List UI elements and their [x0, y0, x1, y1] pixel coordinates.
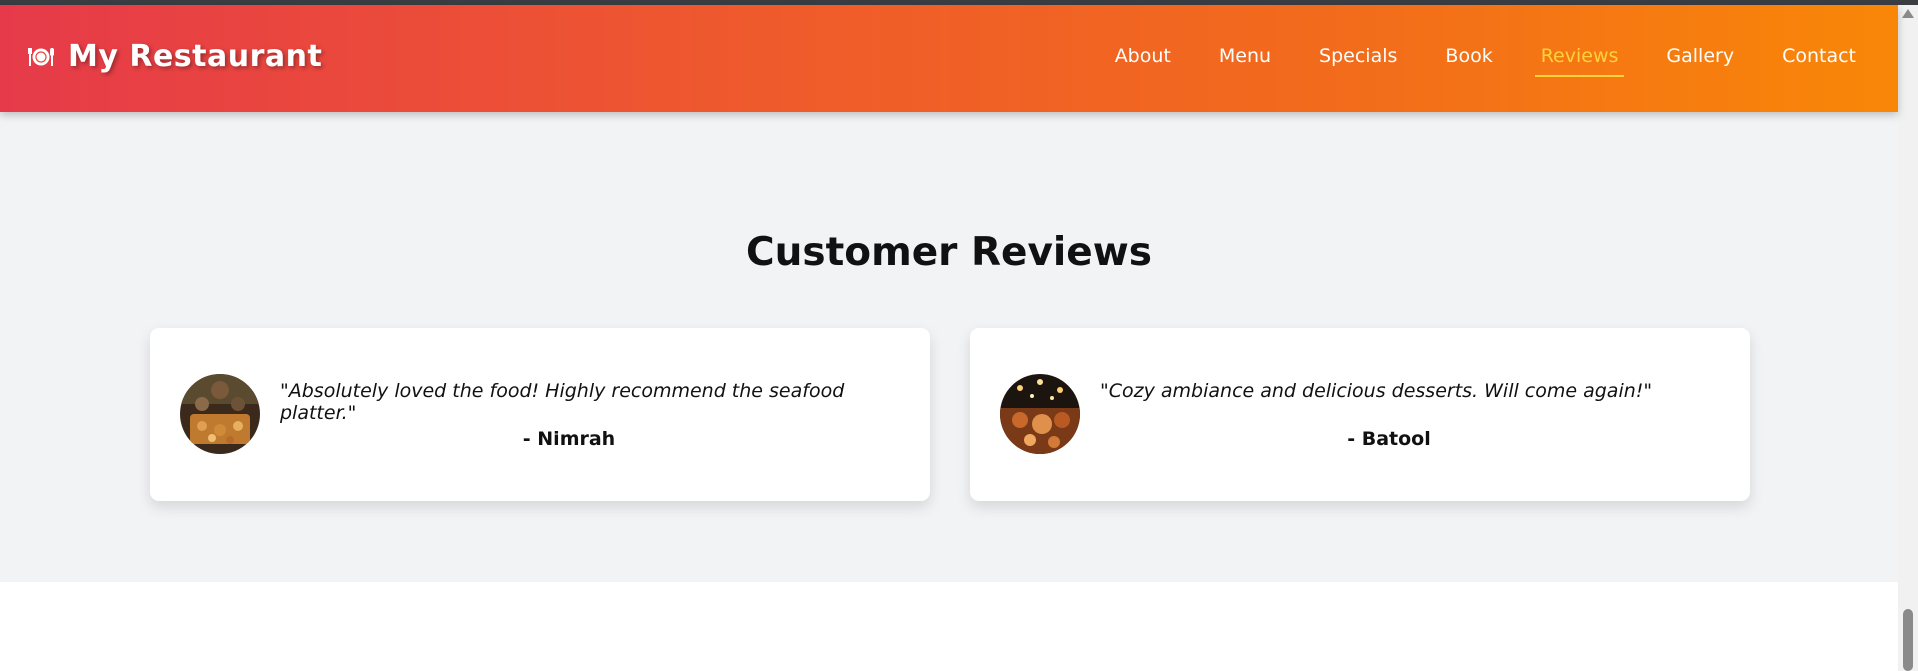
review-quote: "Absolutely loved the food! Highly recom…: [280, 380, 845, 424]
reviewer-avatar: [180, 374, 260, 454]
nav-gallery[interactable]: Gallery: [1660, 45, 1740, 75]
review-card: "Absolutely loved the food! Highly recom…: [150, 328, 930, 501]
reviews-title: Customer Reviews: [746, 230, 1152, 275]
vertical-scrollbar[interactable]: [1898, 5, 1918, 671]
main-nav: About Menu Specials Book Reviews Gallery…: [1073, 45, 1862, 77]
nav-menu[interactable]: Menu: [1213, 45, 1277, 75]
review-author: - Batool: [1347, 428, 1431, 450]
review-card: "Cozy ambiance and delicious desserts. W…: [970, 328, 1750, 501]
site-header: My Restaurant About Menu Specials Book R…: [0, 5, 1898, 112]
reviews-section: Customer Reviews "Absolutely loved the f…: [0, 112, 1898, 582]
nav-reviews[interactable]: Reviews: [1534, 45, 1625, 77]
scroll-up-arrow-icon[interactable]: [1902, 9, 1914, 18]
review-author: - Nimrah: [522, 428, 616, 450]
page: My Restaurant About Menu Specials Book R…: [0, 0, 1918, 671]
nav-specials[interactable]: Specials: [1313, 45, 1403, 75]
review-quote: "Cozy ambiance and delicious desserts. W…: [1100, 380, 1653, 402]
nav-contact[interactable]: Contact: [1776, 45, 1862, 75]
brand-logo[interactable]: My Restaurant: [28, 39, 322, 74]
scroll-thumb[interactable]: [1903, 609, 1913, 671]
nav-about[interactable]: About: [1109, 45, 1177, 75]
reviewer-avatar: [1000, 374, 1080, 454]
plate-with-cutlery-icon: [28, 46, 54, 68]
brand-name: My Restaurant: [68, 39, 323, 74]
nav-book[interactable]: Book: [1439, 45, 1498, 75]
